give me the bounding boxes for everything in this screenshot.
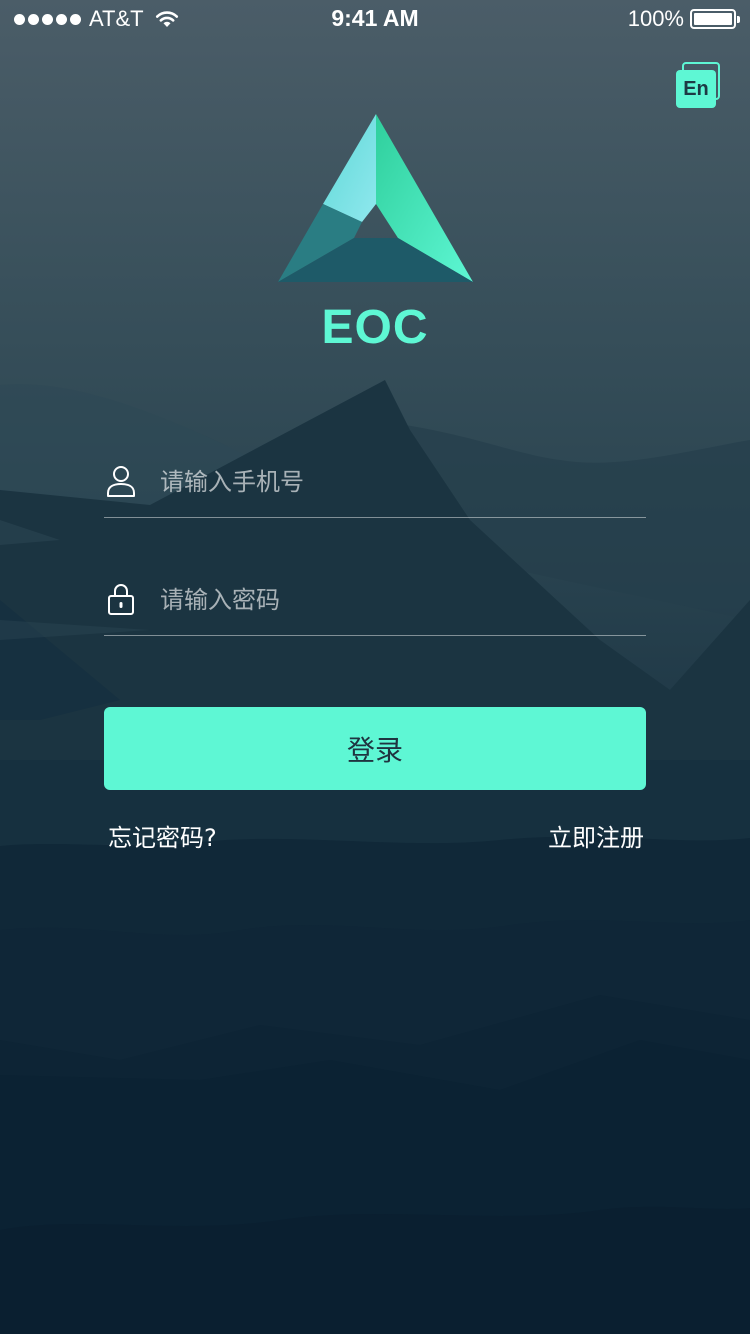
register-link[interactable]: 立即注册 <box>548 818 644 853</box>
language-toggle-label: En <box>676 70 716 108</box>
battery-icon <box>690 9 740 29</box>
login-button[interactable]: 登录 <box>104 707 646 790</box>
language-toggle-button[interactable]: En <box>676 62 722 108</box>
user-icon <box>107 466 135 497</box>
status-right: 100% <box>627 6 740 32</box>
brand-logo-icon <box>278 114 473 282</box>
phone-input[interactable] <box>160 462 630 502</box>
password-field <box>104 576 646 636</box>
lock-icon <box>108 584 134 615</box>
forgot-password-link[interactable]: 忘记密码? <box>108 818 217 853</box>
brand-name: EOC <box>321 301 429 354</box>
password-input[interactable] <box>160 580 630 620</box>
status-bar: AT&T 9:41 AM 100% <box>0 0 750 40</box>
battery-percent: 100% <box>627 6 684 31</box>
phone-field <box>104 458 646 518</box>
